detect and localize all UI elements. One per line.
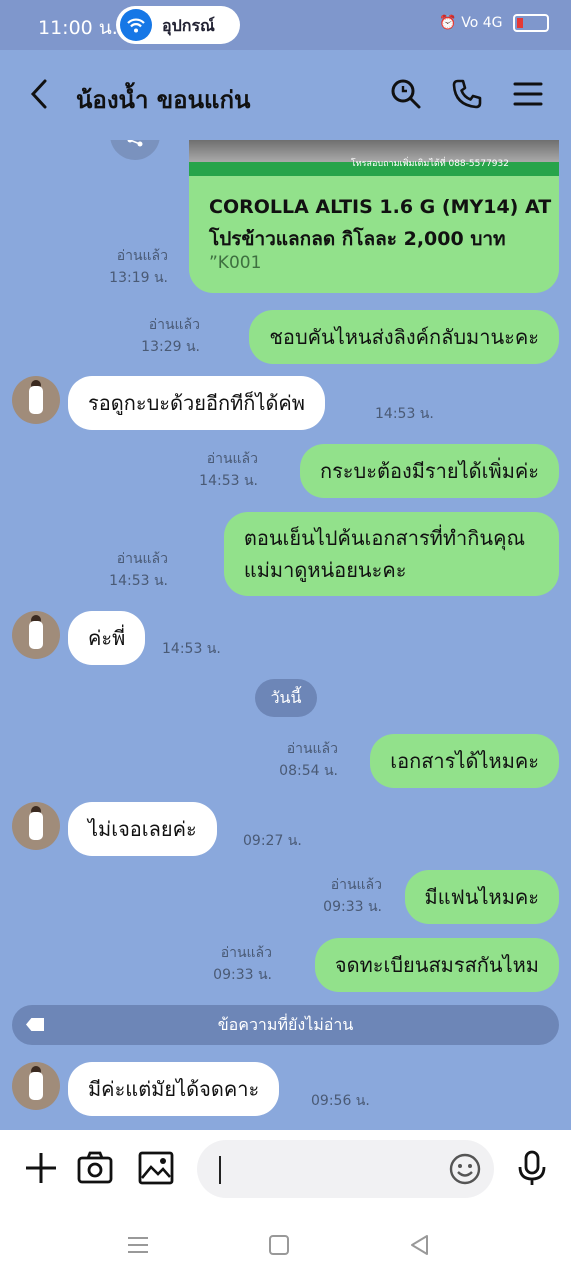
- recent-apps-icon[interactable]: [125, 1232, 151, 1258]
- message-time: 08:54 น.: [279, 763, 338, 779]
- emoji-icon[interactable]: [448, 1152, 482, 1186]
- avatar[interactable]: [12, 376, 60, 424]
- avatar[interactable]: [12, 611, 60, 659]
- read-receipt: อ่านแล้ว: [116, 551, 168, 567]
- message-outgoing[interactable]: ชอบคันไหนส่งลิงค์กลับมานะคะ: [249, 310, 559, 364]
- message-input[interactable]: [197, 1140, 494, 1198]
- system-nav-bar: [0, 1210, 571, 1280]
- share-icon[interactable]: [110, 140, 160, 160]
- message-meta: อ่านแล้ว 14:53 น.: [109, 548, 168, 592]
- back-icon[interactable]: [22, 76, 58, 112]
- read-receipt: อ่านแล้ว: [286, 741, 338, 757]
- wifi-icon: [120, 9, 152, 41]
- read-receipt: อ่านแล้ว: [220, 945, 272, 961]
- microphone-icon[interactable]: [512, 1148, 552, 1188]
- message-incoming[interactable]: มีค่ะแต่มัยได้จดคาะ: [68, 1062, 280, 1116]
- card-title: COROLLA ALTIS 1.6 G (MY14) AT: [209, 196, 552, 218]
- message-meta: อ่านแล้ว 09:33 น.: [323, 874, 382, 918]
- menu-icon[interactable]: [510, 76, 546, 112]
- message-line: แม่มาดูหน่อยนะคะ: [243, 558, 407, 582]
- read-receipt: อ่านแล้ว: [206, 451, 258, 467]
- home-icon[interactable]: [266, 1232, 292, 1258]
- message-time: 09:33 น.: [323, 899, 382, 915]
- chat-header: น้องน้ำ ขอนแก่น: [0, 50, 571, 140]
- link-preview-card[interactable]: โทรสอบถามเพิ่มเติมได้ที่ 088-5577932 COR…: [189, 140, 559, 293]
- unread-banner[interactable]: ข้อความที่ยังไม่อ่าน: [12, 1005, 559, 1045]
- message-meta: อ่านแล้ว 13:29 น.: [141, 314, 200, 358]
- text-caret: [219, 1156, 221, 1184]
- message-outgoing[interactable]: จดทะเบียนสมรสกันไหม: [314, 938, 559, 992]
- tag-icon: [26, 1018, 44, 1031]
- chat-title: น้องน้ำ ขอนแก่น: [76, 86, 251, 114]
- search-icon[interactable]: [388, 76, 424, 112]
- message-incoming[interactable]: ค่ะพี่: [68, 611, 146, 665]
- back-nav-icon[interactable]: [407, 1232, 433, 1258]
- message-meta: อ่านแล้ว 13:19 น.: [109, 245, 168, 289]
- read-receipt: อ่านแล้ว: [116, 248, 168, 264]
- phone-icon[interactable]: [449, 76, 485, 112]
- plus-icon[interactable]: [21, 1148, 61, 1188]
- message-time: 09:33 น.: [213, 967, 272, 983]
- avatar[interactable]: [12, 802, 60, 850]
- car-thumbnail: โทรสอบถามเพิ่มเติมได้ที่ 088-5577932: [189, 140, 559, 176]
- message-incoming[interactable]: ไม่เจอเลยค่ะ: [68, 802, 217, 856]
- message-outgoing[interactable]: กระบะต้องมีรายได้เพิ่มค่ะ: [299, 444, 559, 498]
- message-outgoing[interactable]: มีแฟนไหมคะ: [404, 870, 559, 924]
- message-outgoing[interactable]: เอกสารได้ไหมคะ: [370, 734, 559, 788]
- message-time: 14:53 น.: [375, 406, 434, 422]
- status-indicators: ⏰ Vo 4G: [439, 14, 549, 32]
- car-thumbnail-text: โทรสอบถามเพิ่มเติมได้ที่ 088-5577932: [350, 159, 509, 169]
- message-line: ตอนเย็นไปค้นเอกสารที่ทำกินคุณ: [243, 526, 525, 550]
- status-time: 11:00 น.: [38, 17, 118, 39]
- message-meta: อ่านแล้ว 14:53 น.: [199, 448, 258, 492]
- status-pill-text: อุปกรณ์: [162, 16, 215, 35]
- battery-icon: [513, 14, 549, 32]
- chat-area[interactable]: โทรสอบถามเพิ่มเติมได้ที่ 088-5577932 COR…: [0, 140, 571, 1130]
- read-receipt: อ่านแล้ว: [148, 317, 200, 333]
- message-outgoing[interactable]: ตอนเย็นไปค้นเอกสารที่ทำกินคุณ แม่มาดูหน่…: [223, 512, 559, 596]
- message-time: 14:53 น.: [199, 473, 258, 489]
- unread-banner-text: ข้อความที่ยังไม่อ่าน: [217, 1015, 354, 1034]
- message-time: 13:29 น.: [141, 339, 200, 355]
- message-incoming[interactable]: รอดูกะบะด้วยอีกทีก็ได้ค่พ: [68, 376, 325, 430]
- camera-icon[interactable]: [75, 1148, 115, 1188]
- status-indicator-text: ⏰ Vo 4G: [439, 15, 503, 31]
- avatar[interactable]: [12, 1062, 60, 1110]
- status-pill[interactable]: อุปกรณ์: [116, 6, 240, 44]
- message-time: 14:53 น.: [109, 573, 168, 589]
- image-icon[interactable]: [136, 1148, 176, 1188]
- status-bar: 11:00 น. อุปกรณ์ ⏰ Vo 4G: [0, 0, 571, 50]
- message-time: 09:27 น.: [243, 833, 302, 849]
- message-time: 09:56 น.: [311, 1093, 370, 1109]
- input-bar: [0, 1130, 571, 1210]
- card-code: ”K001: [209, 253, 262, 273]
- read-receipt: อ่านแล้ว: [330, 877, 382, 893]
- message-meta: อ่านแล้ว 09:33 น.: [213, 942, 272, 986]
- card-subtitle: โปรข้าวแลกลด กิโลละ 2,000 บาท: [209, 228, 506, 250]
- date-separator: วันนี้: [255, 679, 317, 717]
- message-meta: อ่านแล้ว 08:54 น.: [279, 738, 338, 782]
- message-time: 14:53 น.: [162, 641, 221, 657]
- message-time: 13:19 น.: [109, 270, 168, 286]
